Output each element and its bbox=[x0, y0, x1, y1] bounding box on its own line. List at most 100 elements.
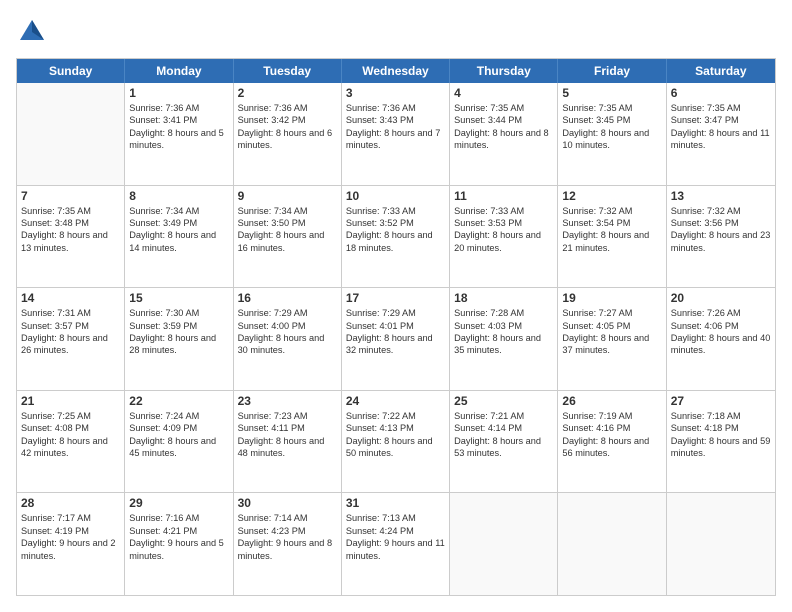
sunrise-text: Sunrise: 7:23 AM bbox=[238, 410, 337, 422]
calendar-row-1: 7Sunrise: 7:35 AMSunset: 3:48 PMDaylight… bbox=[17, 186, 775, 289]
sunrise-text: Sunrise: 7:21 AM bbox=[454, 410, 553, 422]
daylight-text: Daylight: 9 hours and 2 minutes. bbox=[21, 537, 120, 562]
logo-icon bbox=[16, 16, 48, 48]
sunset-text: Sunset: 3:44 PM bbox=[454, 114, 553, 126]
logo bbox=[16, 16, 52, 48]
sunset-text: Sunset: 4:09 PM bbox=[129, 422, 228, 434]
header-day-monday: Monday bbox=[125, 59, 233, 83]
sunset-text: Sunset: 3:56 PM bbox=[671, 217, 771, 229]
daylight-text: Daylight: 8 hours and 26 minutes. bbox=[21, 332, 120, 357]
sunrise-text: Sunrise: 7:16 AM bbox=[129, 512, 228, 524]
daylight-text: Daylight: 8 hours and 28 minutes. bbox=[129, 332, 228, 357]
day-number: 4 bbox=[454, 86, 553, 100]
calendar-cell-empty bbox=[17, 83, 125, 185]
day-number: 28 bbox=[21, 496, 120, 510]
day-number: 17 bbox=[346, 291, 445, 305]
sunset-text: Sunset: 4:11 PM bbox=[238, 422, 337, 434]
calendar-cell-22: 22Sunrise: 7:24 AMSunset: 4:09 PMDayligh… bbox=[125, 391, 233, 493]
day-number: 18 bbox=[454, 291, 553, 305]
sunset-text: Sunset: 4:24 PM bbox=[346, 525, 445, 537]
day-number: 5 bbox=[562, 86, 661, 100]
sunrise-text: Sunrise: 7:34 AM bbox=[238, 205, 337, 217]
sunset-text: Sunset: 3:53 PM bbox=[454, 217, 553, 229]
daylight-text: Daylight: 8 hours and 35 minutes. bbox=[454, 332, 553, 357]
calendar-cell-28: 28 Sunrise: 7:17 AMSunset: 4:19 PMDayligh… bbox=[17, 493, 125, 595]
daylight-text: Daylight: 8 hours and 16 minutes. bbox=[238, 229, 337, 254]
sunrise-text: Sunrise: 7:14 AM bbox=[238, 512, 337, 524]
daylight-text: Daylight: 8 hours and 37 minutes. bbox=[562, 332, 661, 357]
sunset-text: Sunset: 3:41 PM bbox=[129, 114, 228, 126]
day-number: 31 bbox=[346, 496, 445, 510]
sunrise-text: Sunrise: 7:29 AM bbox=[346, 307, 445, 319]
daylight-text: Daylight: 8 hours and 53 minutes. bbox=[454, 435, 553, 460]
daylight-text: Daylight: 8 hours and 32 minutes. bbox=[346, 332, 445, 357]
sunrise-text: Sunrise: 7:13 AM bbox=[346, 512, 445, 524]
calendar-cell-29: 29Sunrise: 7:16 AMSunset: 4:21 PMDayligh… bbox=[125, 493, 233, 595]
calendar: SundayMondayTuesdayWednesdayThursdayFrid… bbox=[16, 58, 776, 596]
daylight-text: Daylight: 8 hours and 10 minutes. bbox=[562, 127, 661, 152]
daylight-text: Daylight: 8 hours and 7 minutes. bbox=[346, 127, 445, 152]
day-number: 13 bbox=[671, 189, 771, 203]
day-number: 16 bbox=[238, 291, 337, 305]
sunset-text: Sunset: 4:18 PM bbox=[671, 422, 771, 434]
calendar-cell-10: 10 Sunrise: 7:33 AMSunset: 3:52 PMDayligh… bbox=[342, 186, 450, 288]
sunrise-text: Sunrise: 7:32 AM bbox=[671, 205, 771, 217]
daylight-text: Daylight: 8 hours and 21 minutes. bbox=[562, 229, 661, 254]
day-number: 10 bbox=[346, 189, 445, 203]
daylight-text: Daylight: 8 hours and 23 minutes. bbox=[671, 229, 771, 254]
day-number: 2 bbox=[238, 86, 337, 100]
calendar-cell-2: 2Sunrise: 7:36 AMSunset: 3:42 PMDaylight… bbox=[234, 83, 342, 185]
calendar-cell-8: 8Sunrise: 7:34 AMSunset: 3:49 PMDaylight… bbox=[125, 186, 233, 288]
sunset-text: Sunset: 4:21 PM bbox=[129, 525, 228, 537]
daylight-text: Daylight: 8 hours and 18 minutes. bbox=[346, 229, 445, 254]
daylight-text: Daylight: 9 hours and 8 minutes. bbox=[238, 537, 337, 562]
sunset-text: Sunset: 3:52 PM bbox=[346, 217, 445, 229]
calendar-cell-empty bbox=[558, 493, 666, 595]
calendar-cell-26: 26Sunrise: 7:19 AMSunset: 4:16 PMDayligh… bbox=[558, 391, 666, 493]
sunset-text: Sunset: 3:54 PM bbox=[562, 217, 661, 229]
day-number: 29 bbox=[129, 496, 228, 510]
header-day-thursday: Thursday bbox=[450, 59, 558, 83]
sunset-text: Sunset: 4:23 PM bbox=[238, 525, 337, 537]
day-number: 9 bbox=[238, 189, 337, 203]
day-number: 11 bbox=[454, 189, 553, 203]
sunrise-text: Sunrise: 7:36 AM bbox=[129, 102, 228, 114]
sunrise-text: Sunrise: 7:36 AM bbox=[238, 102, 337, 114]
day-number: 23 bbox=[238, 394, 337, 408]
sunset-text: Sunset: 4:00 PM bbox=[238, 320, 337, 332]
sunrise-text: Sunrise: 7:35 AM bbox=[454, 102, 553, 114]
sunset-text: Sunset: 4:03 PM bbox=[454, 320, 553, 332]
daylight-text: Daylight: 9 hours and 11 minutes. bbox=[346, 537, 445, 562]
sunrise-text: Sunrise: 7:33 AM bbox=[346, 205, 445, 217]
sunrise-text: Sunrise: 7:17 AM bbox=[21, 512, 120, 524]
sunrise-text: Sunrise: 7:35 AM bbox=[21, 205, 120, 217]
sunset-text: Sunset: 3:57 PM bbox=[21, 320, 120, 332]
day-number: 6 bbox=[671, 86, 771, 100]
sunrise-text: Sunrise: 7:31 AM bbox=[21, 307, 120, 319]
day-number: 3 bbox=[346, 86, 445, 100]
calendar-cell-27: 27Sunrise: 7:18 AMSunset: 4:18 PMDayligh… bbox=[667, 391, 775, 493]
day-number: 24 bbox=[346, 394, 445, 408]
sunrise-text: Sunrise: 7:32 AM bbox=[562, 205, 661, 217]
sunrise-text: Sunrise: 7:35 AM bbox=[562, 102, 661, 114]
daylight-text: Daylight: 8 hours and 8 minutes. bbox=[454, 127, 553, 152]
calendar-cell-empty bbox=[667, 493, 775, 595]
sunset-text: Sunset: 3:48 PM bbox=[21, 217, 120, 229]
sunset-text: Sunset: 3:50 PM bbox=[238, 217, 337, 229]
daylight-text: Daylight: 8 hours and 13 minutes. bbox=[21, 229, 120, 254]
calendar-cell-17: 17Sunrise: 7:29 AMSunset: 4:01 PMDayligh… bbox=[342, 288, 450, 390]
sunset-text: Sunset: 3:45 PM bbox=[562, 114, 661, 126]
daylight-text: Daylight: 8 hours and 6 minutes. bbox=[238, 127, 337, 152]
page: SundayMondayTuesdayWednesdayThursdayFrid… bbox=[0, 0, 792, 612]
sunset-text: Sunset: 4:19 PM bbox=[21, 525, 120, 537]
calendar-cell-25: 25Sunrise: 7:21 AMSunset: 4:14 PMDayligh… bbox=[450, 391, 558, 493]
day-number: 25 bbox=[454, 394, 553, 408]
calendar-cell-9: 9 Sunrise: 7:34 AMSunset: 3:50 PMDaylight… bbox=[234, 186, 342, 288]
calendar-cell-19: 19Sunrise: 7:27 AMSunset: 4:05 PMDayligh… bbox=[558, 288, 666, 390]
calendar-cell-21: 21Sunrise: 7:25 AMSunset: 4:08 PMDayligh… bbox=[17, 391, 125, 493]
sunrise-text: Sunrise: 7:24 AM bbox=[129, 410, 228, 422]
header-day-sunday: Sunday bbox=[17, 59, 125, 83]
calendar-cell-4: 4 Sunrise: 7:35 AMSunset: 3:44 PMDaylight… bbox=[450, 83, 558, 185]
calendar-row-2: 14Sunrise: 7:31 AMSunset: 3:57 PMDayligh… bbox=[17, 288, 775, 391]
day-number: 26 bbox=[562, 394, 661, 408]
